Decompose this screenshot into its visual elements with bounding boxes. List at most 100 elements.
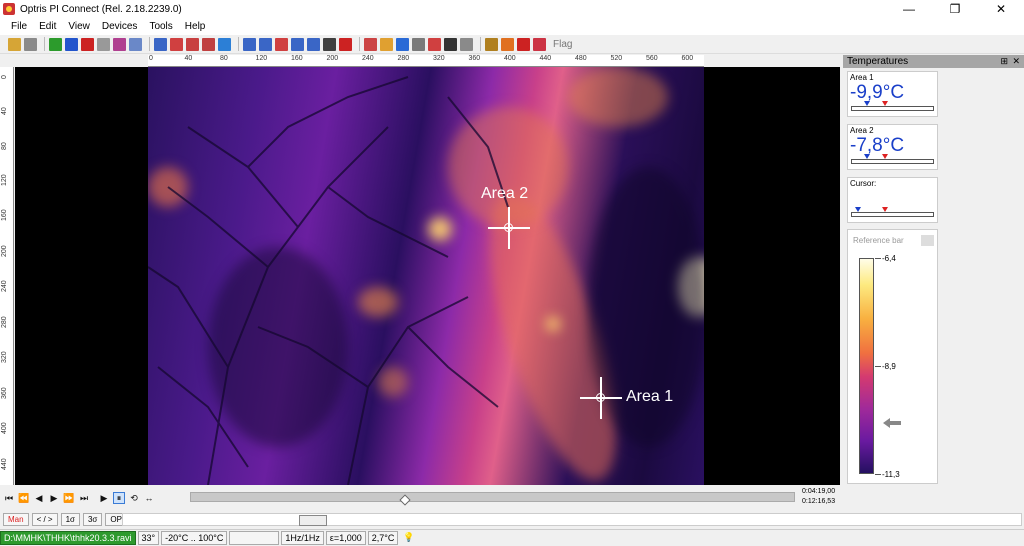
- loop-icon[interactable]: ⟲: [128, 492, 140, 504]
- layout-1-icon[interactable]: [154, 37, 167, 51]
- one-sigma-button[interactable]: 1σ: [60, 513, 80, 526]
- ruler-top-label: 0: [149, 55, 153, 62]
- scale-slider[interactable]: [122, 513, 1022, 526]
- pause-icon[interactable]: [65, 37, 78, 51]
- flag-button[interactable]: Flag: [553, 39, 572, 50]
- min-indicator-icon: [864, 154, 870, 159]
- play-icon[interactable]: [49, 37, 62, 51]
- layout-4-icon[interactable]: [202, 37, 215, 51]
- toolbar: Flag: [0, 35, 1024, 54]
- fast-forward-button[interactable]: ⏩: [63, 492, 75, 504]
- scale-slider-thumb[interactable]: [299, 515, 327, 526]
- layout-3-icon[interactable]: [186, 37, 199, 51]
- record-icon[interactable]: [97, 37, 110, 51]
- toolbar-separator: [359, 37, 360, 51]
- menu-file[interactable]: File: [5, 21, 33, 32]
- area-1-range-bar: [851, 101, 934, 111]
- palette-icon[interactable]: [412, 37, 425, 51]
- stop-icon[interactable]: [81, 37, 94, 51]
- step-forward-button[interactable]: ▶: [48, 492, 60, 504]
- status-fov: 33°: [137, 531, 160, 545]
- chart-icon[interactable]: [259, 37, 272, 51]
- minimize-button[interactable]: —: [886, 0, 932, 18]
- close-icon[interactable]: ✕: [1012, 55, 1020, 68]
- save-icon[interactable]: [24, 37, 37, 51]
- copy-icon[interactable]: [129, 37, 142, 51]
- layout-5-icon[interactable]: [218, 37, 231, 51]
- menu-help[interactable]: Help: [179, 21, 212, 32]
- scale-mid-label: -8,9: [882, 362, 896, 371]
- pause-button[interactable]: ⏸: [113, 492, 125, 504]
- crosshair-icon[interactable]: [396, 37, 409, 51]
- reference-bar-button[interactable]: [921, 235, 934, 246]
- ruler-left-label: 280: [1, 315, 8, 328]
- settings-icon[interactable]: [460, 37, 473, 51]
- cursor-range-bar: [851, 207, 934, 217]
- status-frame-rate: 1Hz/1Hz: [281, 531, 324, 545]
- pin-icon[interactable]: ⊞: [1000, 55, 1008, 68]
- play-button[interactable]: ▶: [98, 492, 110, 504]
- open-icon[interactable]: [8, 37, 21, 51]
- restore-button[interactable]: ❐: [932, 0, 978, 18]
- min-indicator-icon: [855, 207, 861, 212]
- range-icon[interactable]: ↔: [143, 492, 155, 504]
- last-frame-button[interactable]: ⏭: [78, 492, 90, 504]
- menu-edit[interactable]: Edit: [33, 21, 62, 32]
- manual-scale-button[interactable]: Man: [3, 513, 29, 526]
- cursor-temperature-box: Cursor:: [847, 177, 938, 223]
- first-frame-button[interactable]: ⏮: [3, 492, 15, 504]
- scale-tick: [875, 474, 881, 475]
- menu-view[interactable]: View: [62, 21, 96, 32]
- scale-tick: [875, 258, 881, 259]
- calibrate-icon[interactable]: [485, 37, 498, 51]
- camera-icon[interactable]: [113, 37, 126, 51]
- thermal-image[interactable]: Area 2 Area 1: [148, 67, 704, 485]
- three-sigma-button[interactable]: 3σ: [82, 513, 103, 526]
- playback-slider-thumb[interactable]: [399, 494, 411, 506]
- graph-icon[interactable]: [307, 37, 320, 51]
- ruler-left-label: 0: [1, 75, 8, 79]
- step-back-button[interactable]: ◀: [33, 492, 45, 504]
- area-1-temperature-box: Area 1 -9,9°C: [847, 71, 938, 117]
- colorbar-icon[interactable]: [428, 37, 441, 51]
- playback-slider[interactable]: [190, 492, 795, 506]
- cursor-arrow-icon: [883, 418, 901, 428]
- menu-devices[interactable]: Devices: [96, 21, 144, 32]
- layout-2-icon[interactable]: [170, 37, 183, 51]
- table-icon[interactable]: [339, 37, 352, 51]
- area-2-temperature-box: Area 2 -7,8°C: [847, 124, 938, 170]
- ruler-top-label: 120: [255, 55, 268, 62]
- temperature-icon[interactable]: [364, 37, 377, 51]
- ruler-top-label: 480: [575, 55, 587, 62]
- temperatures-panel: Temperatures ⊞ ✕ Area 1 -9,9°C Area 2 -7…: [843, 55, 1024, 485]
- ruler-top-label: 320: [433, 55, 445, 62]
- grid-icon[interactable]: [323, 37, 336, 51]
- ruler-top-label: 440: [539, 55, 552, 62]
- ruler-left-label: 360: [1, 386, 8, 399]
- total-time: 0:12:16,53: [802, 498, 836, 505]
- trend-icon[interactable]: [291, 37, 304, 51]
- max-indicator-icon: [882, 101, 888, 106]
- status-empty: [229, 531, 280, 545]
- alarm-icon[interactable]: [517, 37, 530, 51]
- ruler-left-label: 200: [1, 244, 8, 257]
- hand-icon[interactable]: [380, 37, 393, 51]
- lightbulb-icon[interactable]: 💡: [400, 531, 417, 545]
- reference-bar-title: Reference bar: [853, 236, 904, 245]
- flag-icon[interactable]: [533, 37, 546, 51]
- area-1-label: Area 1: [626, 388, 674, 405]
- fast-rewind-button[interactable]: ⏪: [18, 492, 30, 504]
- histogram-icon[interactable]: [243, 37, 256, 51]
- menu-tools[interactable]: Tools: [143, 21, 178, 32]
- ruler-top-label: 240: [362, 55, 374, 62]
- profile-icon[interactable]: [275, 37, 288, 51]
- close-button[interactable]: ✕: [978, 0, 1024, 18]
- scale-tick: [875, 366, 881, 367]
- tools-icon[interactable]: [444, 37, 457, 51]
- ruler-left-label: 440: [1, 457, 8, 470]
- reference-color-scale[interactable]: [859, 258, 874, 474]
- min-max-button[interactable]: < / >: [31, 513, 58, 526]
- fire-icon[interactable]: [501, 37, 514, 51]
- scale-min-label: -11,3: [882, 470, 900, 479]
- ruler-top-label: 280: [397, 55, 410, 62]
